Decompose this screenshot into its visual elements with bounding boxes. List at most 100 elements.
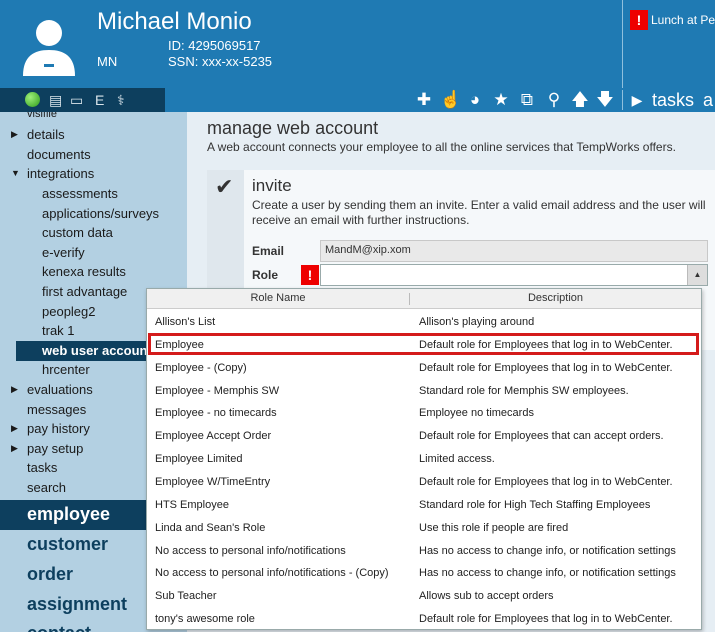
employee-id: ID: 4295069517 <box>168 38 261 53</box>
pointer-icon[interactable]: ☝ <box>440 89 461 111</box>
nav-item-hrcenter[interactable]: hrcenter <box>42 362 90 377</box>
nav-item-custom-data[interactable]: custom data <box>42 225 113 240</box>
role-option[interactable]: Linda and Sean's Role Use this role if p… <box>147 517 701 539</box>
role-option-name: No access to personal info/notifications <box>155 545 346 557</box>
nav-item-tasks[interactable]: tasks <box>27 460 57 475</box>
employee-name: Michael Monio <box>97 8 252 35</box>
role-option[interactable]: HTS Employee Standard role for High Tech… <box>147 494 701 516</box>
role-option-name: Employee Accept Order <box>155 430 272 442</box>
checkmark-icon: ✔ <box>215 174 234 199</box>
role-option[interactable]: Employee Accept Order Default role for E… <box>147 425 701 447</box>
nav-section-order[interactable]: order <box>27 564 73 585</box>
role-dropdown-list: Role Name Description Allison's List All… <box>146 288 702 630</box>
alert-icon[interactable]: ! <box>630 10 648 30</box>
arrow-up-icon[interactable]: 🡅 <box>570 89 590 111</box>
role-option-name: Sub Teacher <box>155 590 217 602</box>
nav-item-web-user-accounts[interactable]: web user accounts <box>42 343 159 358</box>
role-option[interactable]: Sub Teacher Allows sub to accept orders <box>147 585 701 607</box>
id-card-icon[interactable]: ▭ <box>70 92 83 108</box>
role-option-description: Standard role for High Tech Staffing Emp… <box>419 499 651 511</box>
role-option-name: Allison's List <box>155 316 216 328</box>
employee-ssn: SSN: xxx-xx-5235 <box>168 54 273 69</box>
role-option-description: Default role for Employees that log in t… <box>419 476 673 488</box>
expand-arrow-icon[interactable]: ▶ <box>11 384 18 395</box>
column-header-description[interactable]: Description <box>410 292 701 304</box>
nav-item-search[interactable]: search <box>27 480 66 495</box>
tasks-tab[interactable]: tasks a <box>652 89 713 111</box>
role-option-name: No access to personal info/notifications… <box>155 567 389 579</box>
nav-section-customer[interactable]: customer <box>27 534 108 555</box>
invite-description: Create a user by sending them an invite.… <box>252 198 706 227</box>
alert-message[interactable]: Lunch at Per <box>651 13 715 27</box>
nav-item-pay-history[interactable]: pay history <box>27 421 90 436</box>
role-option[interactable]: Employee - Memphis SW Standard role for … <box>147 380 701 402</box>
nav-item-documents[interactable]: documents <box>27 147 91 162</box>
medical-icon[interactable]: ⚕ <box>117 92 125 108</box>
expand-arrow-icon[interactable]: ▶ <box>11 423 18 434</box>
role-list-header: Role Name Description <box>147 289 701 309</box>
role-option[interactable]: No access to personal info/notifications… <box>147 562 701 584</box>
nav-item-pay-setup[interactable]: pay setup <box>27 441 83 456</box>
role-option[interactable]: Employee - (Copy) Default role for Emplo… <box>147 357 701 379</box>
role-option-description: Standard role for Memphis SW employees. <box>419 385 629 397</box>
nav-item-peopleg2[interactable]: peopleg2 <box>42 304 96 319</box>
nav-item-details[interactable]: details <box>27 127 65 142</box>
nav-item-first-advantage[interactable]: first advantage <box>42 284 127 299</box>
role-option-description: Use this role if people are fired <box>419 522 569 534</box>
nav-item-assessments[interactable]: assessments <box>42 186 118 201</box>
nav-section-assignment[interactable]: assignment <box>27 594 127 615</box>
role-label: Role <box>252 268 279 282</box>
page-description: A web account connects your employee to … <box>207 140 676 154</box>
role-option-name: Employee - Memphis SW <box>155 385 280 397</box>
role-option-selected[interactable]: Employee Default role for Employees that… <box>147 334 701 356</box>
expand-arrow-icon[interactable]: ▶ <box>11 443 18 454</box>
expand-arrow-icon[interactable]: ▶ <box>11 129 18 140</box>
page-title: manage web account <box>207 118 379 138</box>
search-icon[interactable]: ⚲ <box>544 89 564 111</box>
role-option-description: Allows sub to accept orders <box>419 590 554 602</box>
role-option-name: HTS Employee <box>155 499 229 511</box>
pie-chart-icon[interactable]: ◕ <box>465 89 485 111</box>
nav-item-kenexa-results[interactable]: kenexa results <box>42 264 126 279</box>
role-option[interactable]: Allison's List Allison's playing around <box>147 311 701 333</box>
nav-item-e-verify[interactable]: e-verify <box>42 245 85 260</box>
dropdown-arrow-icon[interactable]: ▲ <box>687 265 707 285</box>
role-option-name: Employee - (Copy) <box>155 362 247 374</box>
e-verify-icon[interactable]: E <box>95 92 104 108</box>
nav-item-messages[interactable]: messages <box>27 402 86 417</box>
role-option-description: Default role for Employees that can acce… <box>419 430 664 442</box>
nav-item-visifile[interactable]: visifile <box>27 112 57 120</box>
nav-item-applications-surveys[interactable]: applications/surveys <box>42 206 159 221</box>
nav-section-employee[interactable]: employee <box>27 504 110 525</box>
role-option[interactable]: Employee Limited Limited access. <box>147 448 701 470</box>
favorite-star-icon[interactable]: ★ <box>491 89 511 111</box>
collapse-arrow-icon[interactable]: ▼ <box>11 168 20 178</box>
nav-section-contact[interactable]: contact <box>27 623 91 632</box>
nav-item-trak-1[interactable]: trak 1 <box>42 323 75 338</box>
role-option-description: Employee no timecards <box>419 407 534 419</box>
nav-item-evaluations[interactable]: evaluations <box>27 382 93 397</box>
employee-state: MN <box>97 54 118 69</box>
role-option-description: Limited access. <box>419 453 495 465</box>
nav-item-integrations[interactable]: integrations <box>27 166 94 181</box>
invite-title: invite <box>252 176 292 195</box>
role-option[interactable]: Employee - no timecards Employee no time… <box>147 402 701 424</box>
header-divider <box>622 0 623 88</box>
arrow-down-icon[interactable]: 🡇 <box>595 89 615 111</box>
email-field[interactable]: MandM@xip.xom <box>320 240 708 262</box>
role-option-description: Has no access to change info, or notific… <box>419 567 676 579</box>
toolbar: ▤ ▭ E ⚕ ✚ ☝ ◕ ★ ⧉ ⚲ 🡅 🡇 ▶ tasks a <box>0 88 715 112</box>
role-option-name: Employee Limited <box>155 453 243 465</box>
online-status-icon[interactable] <box>25 92 40 107</box>
document-icon[interactable]: ▤ <box>49 92 62 108</box>
role-option[interactable]: tony's awesome role Default role for Emp… <box>147 608 701 630</box>
email-label: Email <box>252 244 285 258</box>
role-option[interactable]: No access to personal info/notifications… <box>147 540 701 562</box>
employee-avatar-icon <box>23 20 75 76</box>
external-link-icon[interactable]: ⧉ <box>517 89 537 111</box>
add-icon[interactable]: ✚ <box>414 89 434 111</box>
role-select[interactable]: ▲ <box>320 264 708 286</box>
role-option[interactable]: Employee W/TimeEntry Default role for Em… <box>147 471 701 493</box>
play-icon[interactable]: ▶ <box>627 89 647 111</box>
column-header-role-name[interactable]: Role Name <box>147 292 409 304</box>
